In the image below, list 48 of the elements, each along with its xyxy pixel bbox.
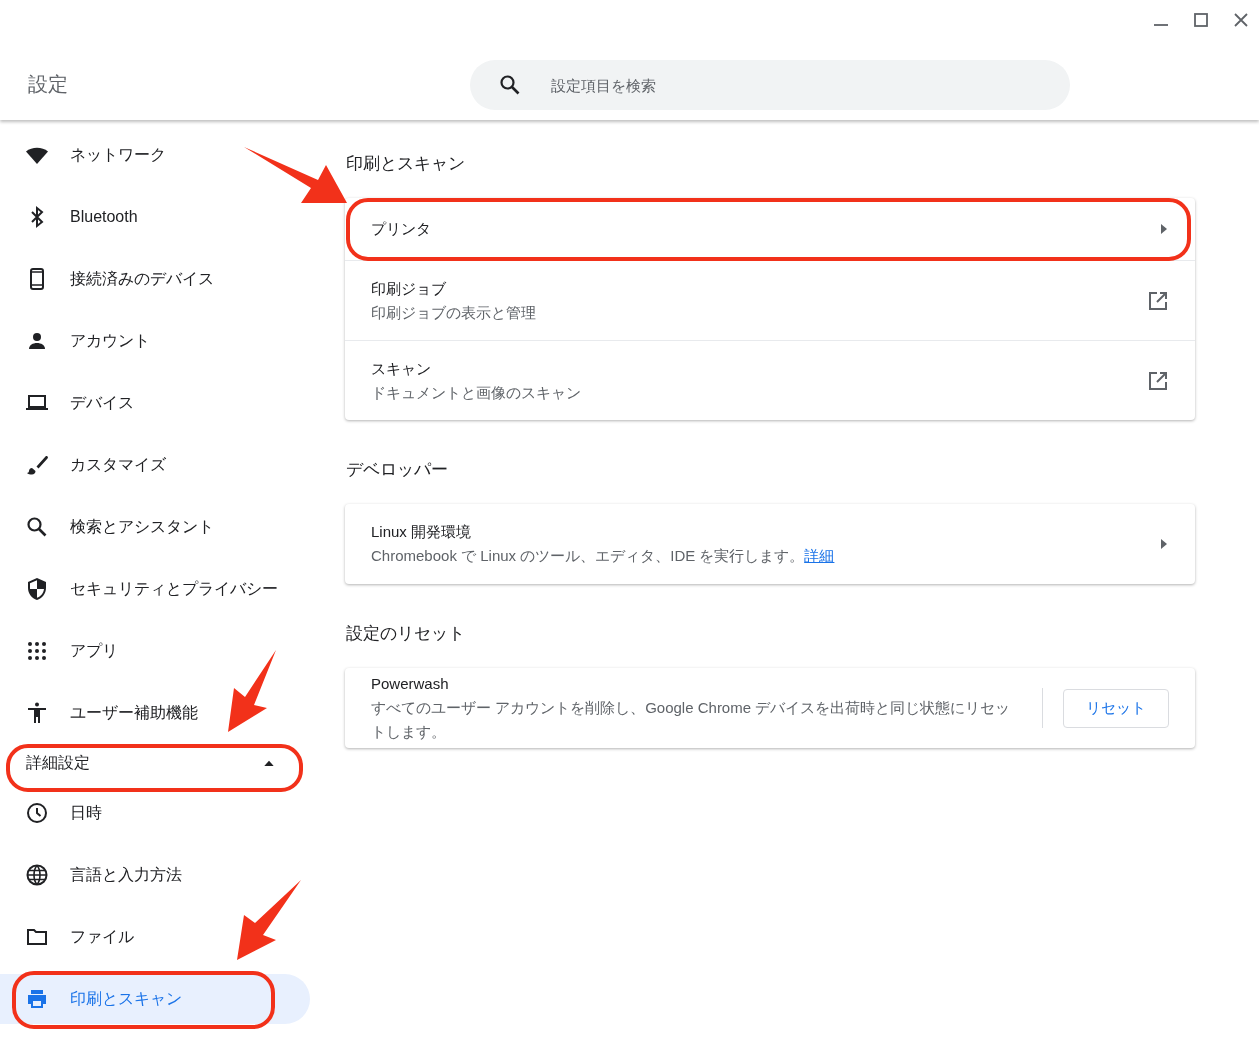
row-title: Powerwash xyxy=(371,674,450,694)
sidebar-item[interactable]: 日時 xyxy=(0,788,310,838)
search-icon xyxy=(498,73,522,97)
sidebar-item[interactable]: ネットワーク xyxy=(0,130,310,180)
grid-icon xyxy=(25,639,49,663)
clock-icon xyxy=(25,801,49,825)
external-link-icon xyxy=(1147,289,1169,312)
section-title: 印刷とスキャン xyxy=(346,153,466,175)
sidebar-item[interactable]: 検索とアシスタント xyxy=(0,502,310,552)
search-icon xyxy=(25,515,49,539)
search-field[interactable]: 設定項目を検索 xyxy=(470,60,1070,110)
shield-icon xyxy=(25,577,49,601)
sidebar-item[interactable]: アプリ xyxy=(0,626,310,676)
sidebar-item[interactable]: カスタマイズ xyxy=(0,440,310,490)
section-title: デベロッパー xyxy=(346,459,449,481)
sidebar-item[interactable]: セキュリティとプライバシー xyxy=(0,564,310,614)
external-link-row[interactable]: スキャン ドキュメントと画像のスキャン xyxy=(345,340,1195,420)
row-title: スキャン xyxy=(371,358,432,379)
window-title: 設定 xyxy=(28,72,69,97)
sidebar-item[interactable]: Bluetooth xyxy=(0,192,310,242)
chevron-right-icon xyxy=(1159,223,1169,235)
reset-button[interactable]: リセット xyxy=(1063,688,1169,728)
row-description: ドキュメントと画像のスキャン xyxy=(371,382,582,403)
external-link-row[interactable]: 印刷ジョブ 印刷ジョブの表示と管理 xyxy=(345,260,1195,340)
brush-icon xyxy=(25,453,49,477)
section-title: 設定のリセット xyxy=(346,623,466,645)
learn-more-link[interactable]: 詳細 xyxy=(804,547,835,564)
row-description: Chromebook で Linux のツール、エディタ、IDE を実行します。詳細 xyxy=(371,546,836,566)
accessibility-icon xyxy=(25,701,49,725)
chevron-right-icon xyxy=(1159,538,1169,550)
sidebar-item[interactable]: デバイス xyxy=(0,378,310,428)
external-link-icon xyxy=(1147,369,1169,392)
row-description: 印刷ジョブの表示と管理 xyxy=(371,302,537,323)
sidebar-item[interactable]: アカウント xyxy=(0,316,310,366)
sidebar-item[interactable]: 印刷とスキャン xyxy=(0,974,310,1024)
row-title: プリンタ xyxy=(371,219,432,239)
subpage-row[interactable]: プリンタ xyxy=(345,198,1195,260)
sidebar-item[interactable]: 接続済みのデバイス xyxy=(0,254,310,304)
globe-icon xyxy=(25,863,49,887)
advanced-toggle[interactable]: 詳細設定 xyxy=(0,744,300,782)
sidebar-item[interactable]: 言語と入力方法 xyxy=(0,850,310,900)
subpage-row[interactable]: Linux 開発環境 Chromebook で Linux のツール、エディタ、IDE を実行します。詳細 xyxy=(345,504,1195,584)
sidebar-item[interactable]: ユーザー補助機能 xyxy=(0,688,310,738)
sidebar-item[interactable]: ファイル xyxy=(0,912,310,962)
printer-icon xyxy=(25,987,49,1011)
row-title: Linux 開発環境 xyxy=(371,522,473,542)
row-title: 印刷ジョブ xyxy=(371,278,447,299)
row-description: すべてのユーザー アカウントを削除し、Google Chrome デバイスを出荷時と同じ状態にリセットします。 xyxy=(371,698,1012,742)
